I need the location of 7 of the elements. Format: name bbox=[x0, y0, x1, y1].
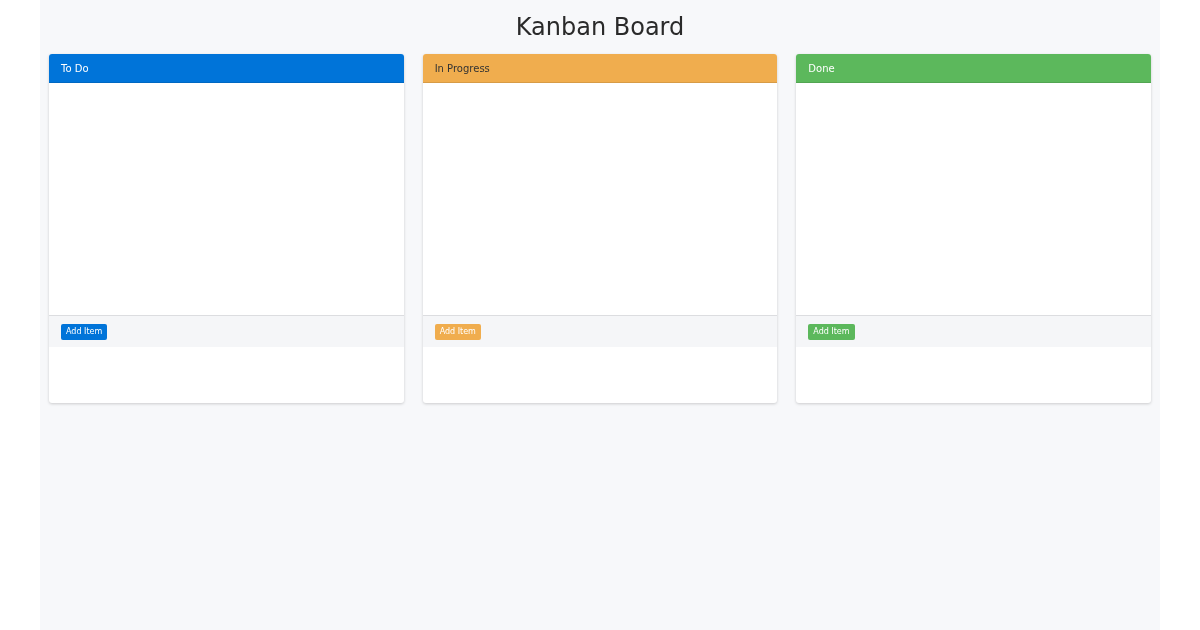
column-header: To Do bbox=[49, 54, 404, 83]
column-header: In Progress bbox=[422, 54, 778, 83]
page-title: Kanban Board bbox=[514, 12, 686, 43]
column-header: Done bbox=[796, 54, 1151, 83]
add-item-button[interactable]: Add Item bbox=[61, 323, 108, 340]
add-item-button[interactable]: Add Item bbox=[434, 323, 481, 340]
add-item-button[interactable]: Add Item bbox=[808, 323, 855, 340]
